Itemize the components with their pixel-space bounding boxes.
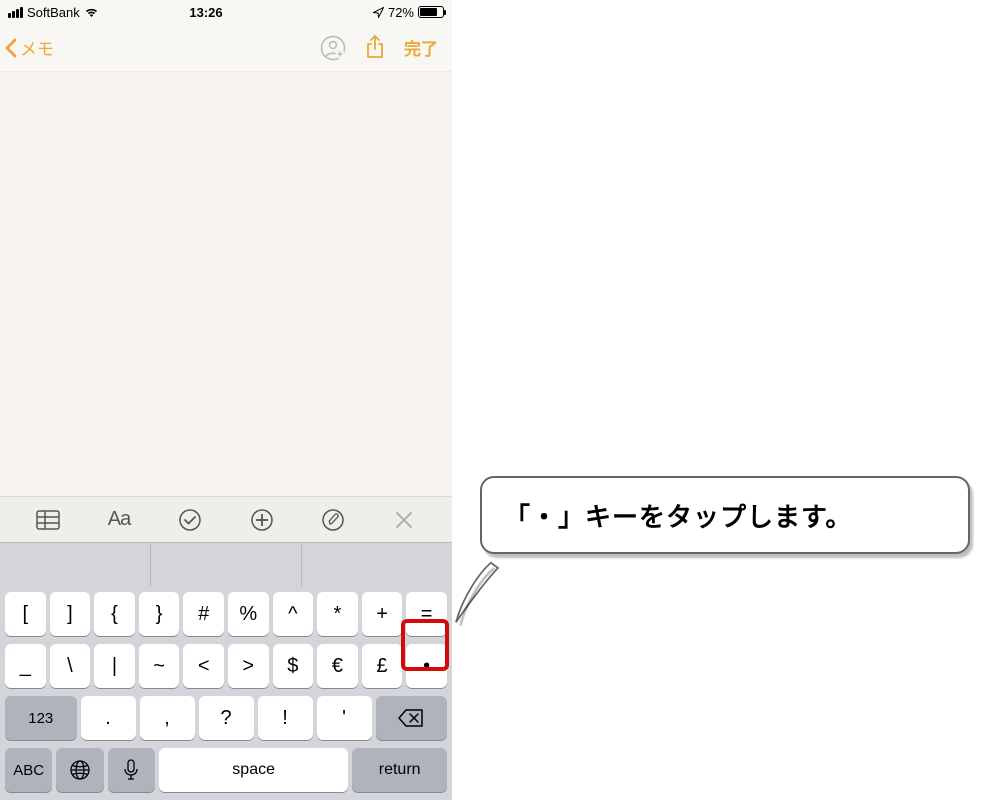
key-equals[interactable]: = — [406, 592, 447, 636]
key-abc[interactable]: ABC — [5, 748, 52, 792]
key-euro[interactable]: € — [317, 644, 358, 688]
globe-icon — [69, 759, 91, 781]
key-underscore[interactable]: _ — [5, 644, 46, 688]
key-bullet[interactable]: • — [406, 644, 447, 688]
key-tilde[interactable]: ~ — [139, 644, 180, 688]
key-mode-123[interactable]: 123 — [5, 696, 77, 740]
key-rbrace[interactable]: } — [139, 592, 180, 636]
key-globe[interactable] — [56, 748, 103, 792]
nav-actions: 完了 — [320, 35, 448, 61]
candidate-bar — [0, 542, 452, 586]
key-question[interactable]: ? — [199, 696, 254, 740]
key-row-1: [ ] { } # % ^ * + = — [3, 592, 449, 636]
checklist-icon[interactable] — [168, 501, 212, 539]
location-icon — [373, 7, 384, 18]
key-asterisk[interactable]: * — [317, 592, 358, 636]
key-lbrace[interactable]: { — [94, 592, 135, 636]
key-rbracket[interactable]: ] — [50, 592, 91, 636]
add-person-icon[interactable] — [320, 35, 346, 61]
key-row-2: _ \ | ~ < > $ € £ • — [3, 644, 449, 688]
key-row-4: ABC space return — [3, 748, 449, 792]
key-return[interactable]: return — [352, 748, 447, 792]
status-left: SoftBank — [8, 5, 189, 20]
table-icon[interactable] — [26, 501, 70, 539]
key-dollar[interactable]: $ — [273, 644, 314, 688]
done-button[interactable]: 完了 — [404, 35, 438, 60]
key-percent[interactable]: % — [228, 592, 269, 636]
key-exclaim[interactable]: ! — [258, 696, 313, 740]
note-body[interactable] — [0, 72, 452, 496]
back-label: メモ — [20, 35, 54, 60]
text-format-button[interactable]: Aa — [97, 501, 141, 539]
carrier-label: SoftBank — [27, 5, 80, 20]
key-gt[interactable]: > — [228, 644, 269, 688]
key-row-3: 123 . , ? ! ' — [3, 696, 449, 740]
candidate-2[interactable] — [151, 543, 302, 586]
share-icon[interactable] — [364, 35, 386, 61]
add-icon[interactable] — [240, 501, 284, 539]
nav-bar: メモ 完了 — [0, 24, 452, 72]
chevron-left-icon — [4, 38, 18, 58]
key-backslash[interactable]: \ — [50, 644, 91, 688]
key-lt[interactable]: < — [183, 644, 224, 688]
clock: 13:26 — [189, 5, 262, 20]
signal-icon — [8, 7, 23, 18]
key-apostrophe[interactable]: ' — [317, 696, 372, 740]
callout-tail — [451, 561, 503, 631]
key-comma[interactable]: , — [140, 696, 195, 740]
key-lbracket[interactable]: [ — [5, 592, 46, 636]
format-toolbar: Aa — [0, 496, 452, 542]
candidate-1[interactable] — [0, 543, 151, 586]
key-caret[interactable]: ^ — [273, 592, 314, 636]
callout-text: 「・」キーをタップします。 — [504, 497, 852, 534]
wifi-icon — [84, 6, 99, 18]
key-plus[interactable]: + — [362, 592, 403, 636]
keyboard: [ ] { } # % ^ * + = _ \ | ~ < > $ € £ • … — [0, 586, 452, 800]
candidate-3[interactable] — [302, 543, 452, 586]
status-right: 72% — [263, 5, 444, 20]
key-space[interactable]: space — [159, 748, 348, 792]
close-keyboard-icon[interactable] — [382, 501, 426, 539]
key-mic[interactable] — [108, 748, 155, 792]
battery-percent: 72% — [388, 5, 414, 20]
phone-screen: SoftBank 13:26 72% メモ 完了 — [0, 0, 452, 800]
key-backspace[interactable] — [376, 696, 448, 740]
key-pound[interactable]: £ — [362, 644, 403, 688]
backspace-icon — [398, 708, 424, 728]
mic-icon — [123, 759, 139, 781]
key-period[interactable]: . — [81, 696, 136, 740]
markup-icon[interactable] — [311, 501, 355, 539]
key-pipe[interactable]: | — [94, 644, 135, 688]
key-hash[interactable]: # — [183, 592, 224, 636]
battery-icon — [418, 6, 444, 18]
back-button[interactable]: メモ — [4, 35, 320, 60]
status-bar: SoftBank 13:26 72% — [0, 0, 452, 24]
callout-bubble: 「・」キーをタップします。 — [480, 476, 970, 554]
